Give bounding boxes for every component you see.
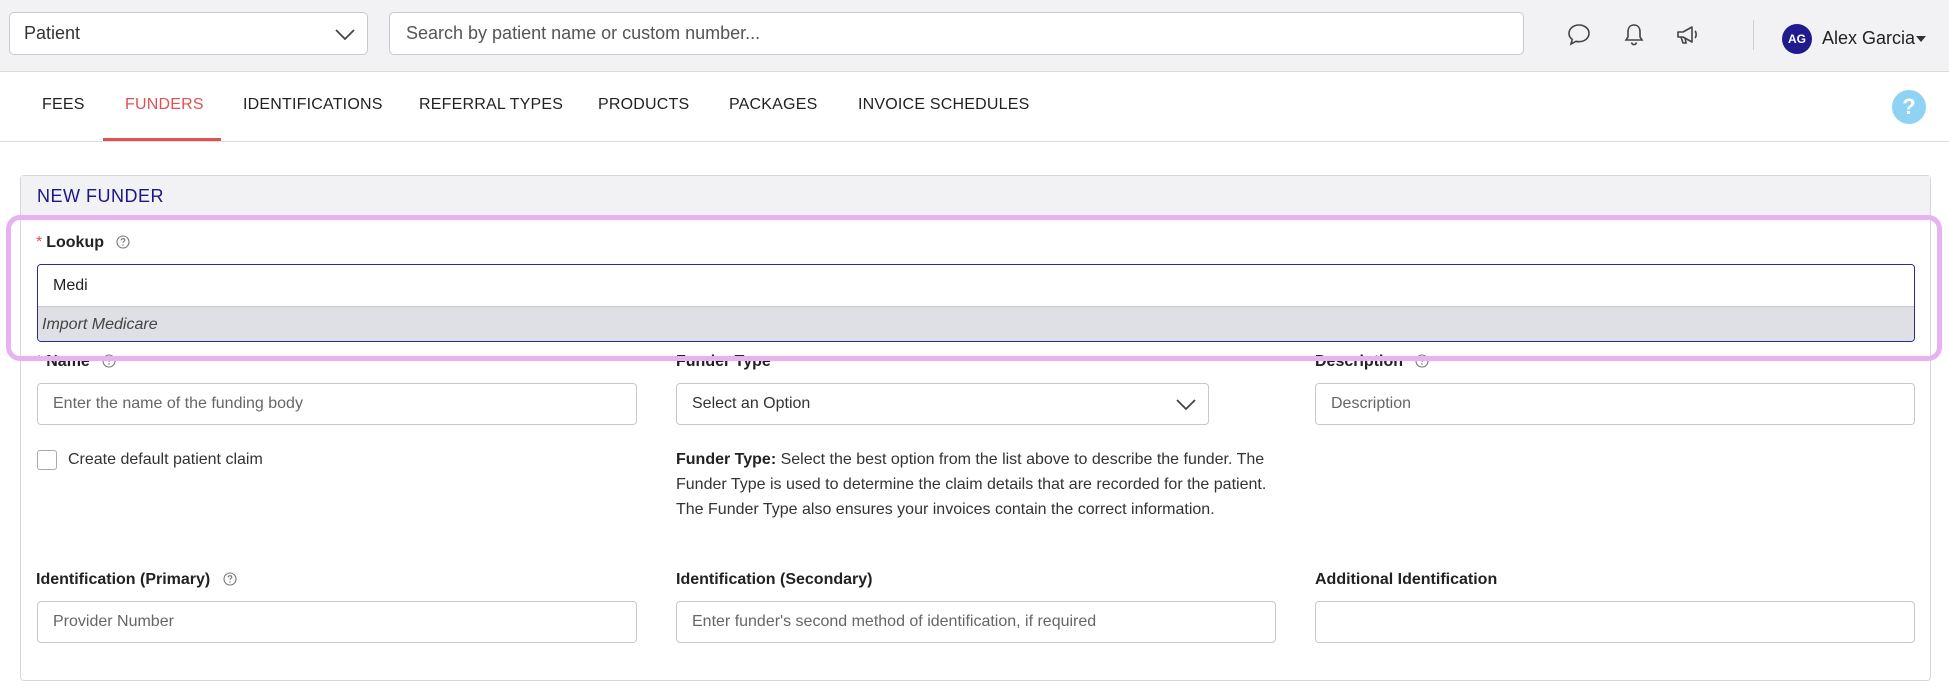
question-circle-icon[interactable] xyxy=(1415,354,1430,368)
question-circle-icon[interactable] xyxy=(116,235,131,249)
tab-fees[interactable]: FEES xyxy=(42,96,85,114)
id-primary-label: Identification (Primary) xyxy=(36,571,237,589)
bell-icon[interactable] xyxy=(1619,20,1649,50)
tab-products[interactable]: PRODUCTS xyxy=(598,96,689,114)
caret-down-icon[interactable] xyxy=(1916,36,1926,42)
tab-referral-types[interactable]: REFERRAL TYPES xyxy=(419,96,563,114)
default-claim-label[interactable]: Create default patient claim xyxy=(68,451,263,469)
avatar[interactable]: AG xyxy=(1782,24,1812,54)
question-circle-icon[interactable] xyxy=(102,354,116,368)
question-circle-icon[interactable] xyxy=(223,572,237,586)
lookup-option-import-medicare[interactable]: Import Medicare xyxy=(38,307,1914,341)
tab-bar: FEES FUNDERS IDENTIFICATIONS REFERRAL TY… xyxy=(0,72,1949,142)
help-button[interactable]: ? xyxy=(1892,90,1926,124)
funder-type-value: Select an Option xyxy=(692,395,811,412)
tab-funders[interactable]: FUNDERS xyxy=(125,96,204,114)
chevron-down-icon xyxy=(1176,399,1196,411)
lookup-combobox[interactable]: Import Medicare xyxy=(37,264,1915,342)
name-input[interactable] xyxy=(37,383,637,425)
id-additional-label: Additional Identification xyxy=(1315,571,1498,588)
user-name[interactable]: Alex Garcia xyxy=(1822,28,1915,49)
id-additional-input[interactable] xyxy=(1315,601,1915,643)
context-select-value: Patient xyxy=(24,23,81,43)
lookup-label: * Lookup xyxy=(36,234,131,252)
header-divider xyxy=(1753,20,1754,50)
chat-icon[interactable] xyxy=(1564,20,1594,50)
panel-title: NEW FUNDER xyxy=(37,186,164,206)
id-secondary-input[interactable] xyxy=(676,601,1276,643)
default-claim-checkbox[interactable] xyxy=(37,450,57,470)
tab-identifications[interactable]: IDENTIFICATIONS xyxy=(243,96,383,114)
panel-header: NEW FUNDER xyxy=(21,176,1930,216)
funder-type-help: Funder Type: Select the best option from… xyxy=(676,451,1267,518)
tab-packages[interactable]: PACKAGES xyxy=(729,96,817,114)
id-secondary-label: Identification (Secondary) xyxy=(676,571,873,588)
funder-type-label: Funder Type xyxy=(676,353,771,370)
megaphone-icon[interactable] xyxy=(1673,20,1703,50)
description-label: Description xyxy=(1315,353,1430,371)
funder-type-select[interactable]: Select an Option xyxy=(676,383,1209,425)
active-tab-indicator xyxy=(103,138,221,141)
tab-invoice-schedules[interactable]: INVOICE SCHEDULES xyxy=(858,96,1029,114)
context-select[interactable]: Patient xyxy=(9,12,368,55)
id-primary-input[interactable] xyxy=(37,601,637,643)
lookup-input[interactable] xyxy=(38,265,1914,307)
description-input[interactable] xyxy=(1315,383,1915,425)
required-mark: * xyxy=(36,234,43,251)
top-bar: Patient AG Alex Garcia xyxy=(0,0,1949,72)
search-input[interactable] xyxy=(389,12,1524,55)
chevron-down-icon xyxy=(335,29,355,41)
name-label: * Name xyxy=(36,353,116,371)
